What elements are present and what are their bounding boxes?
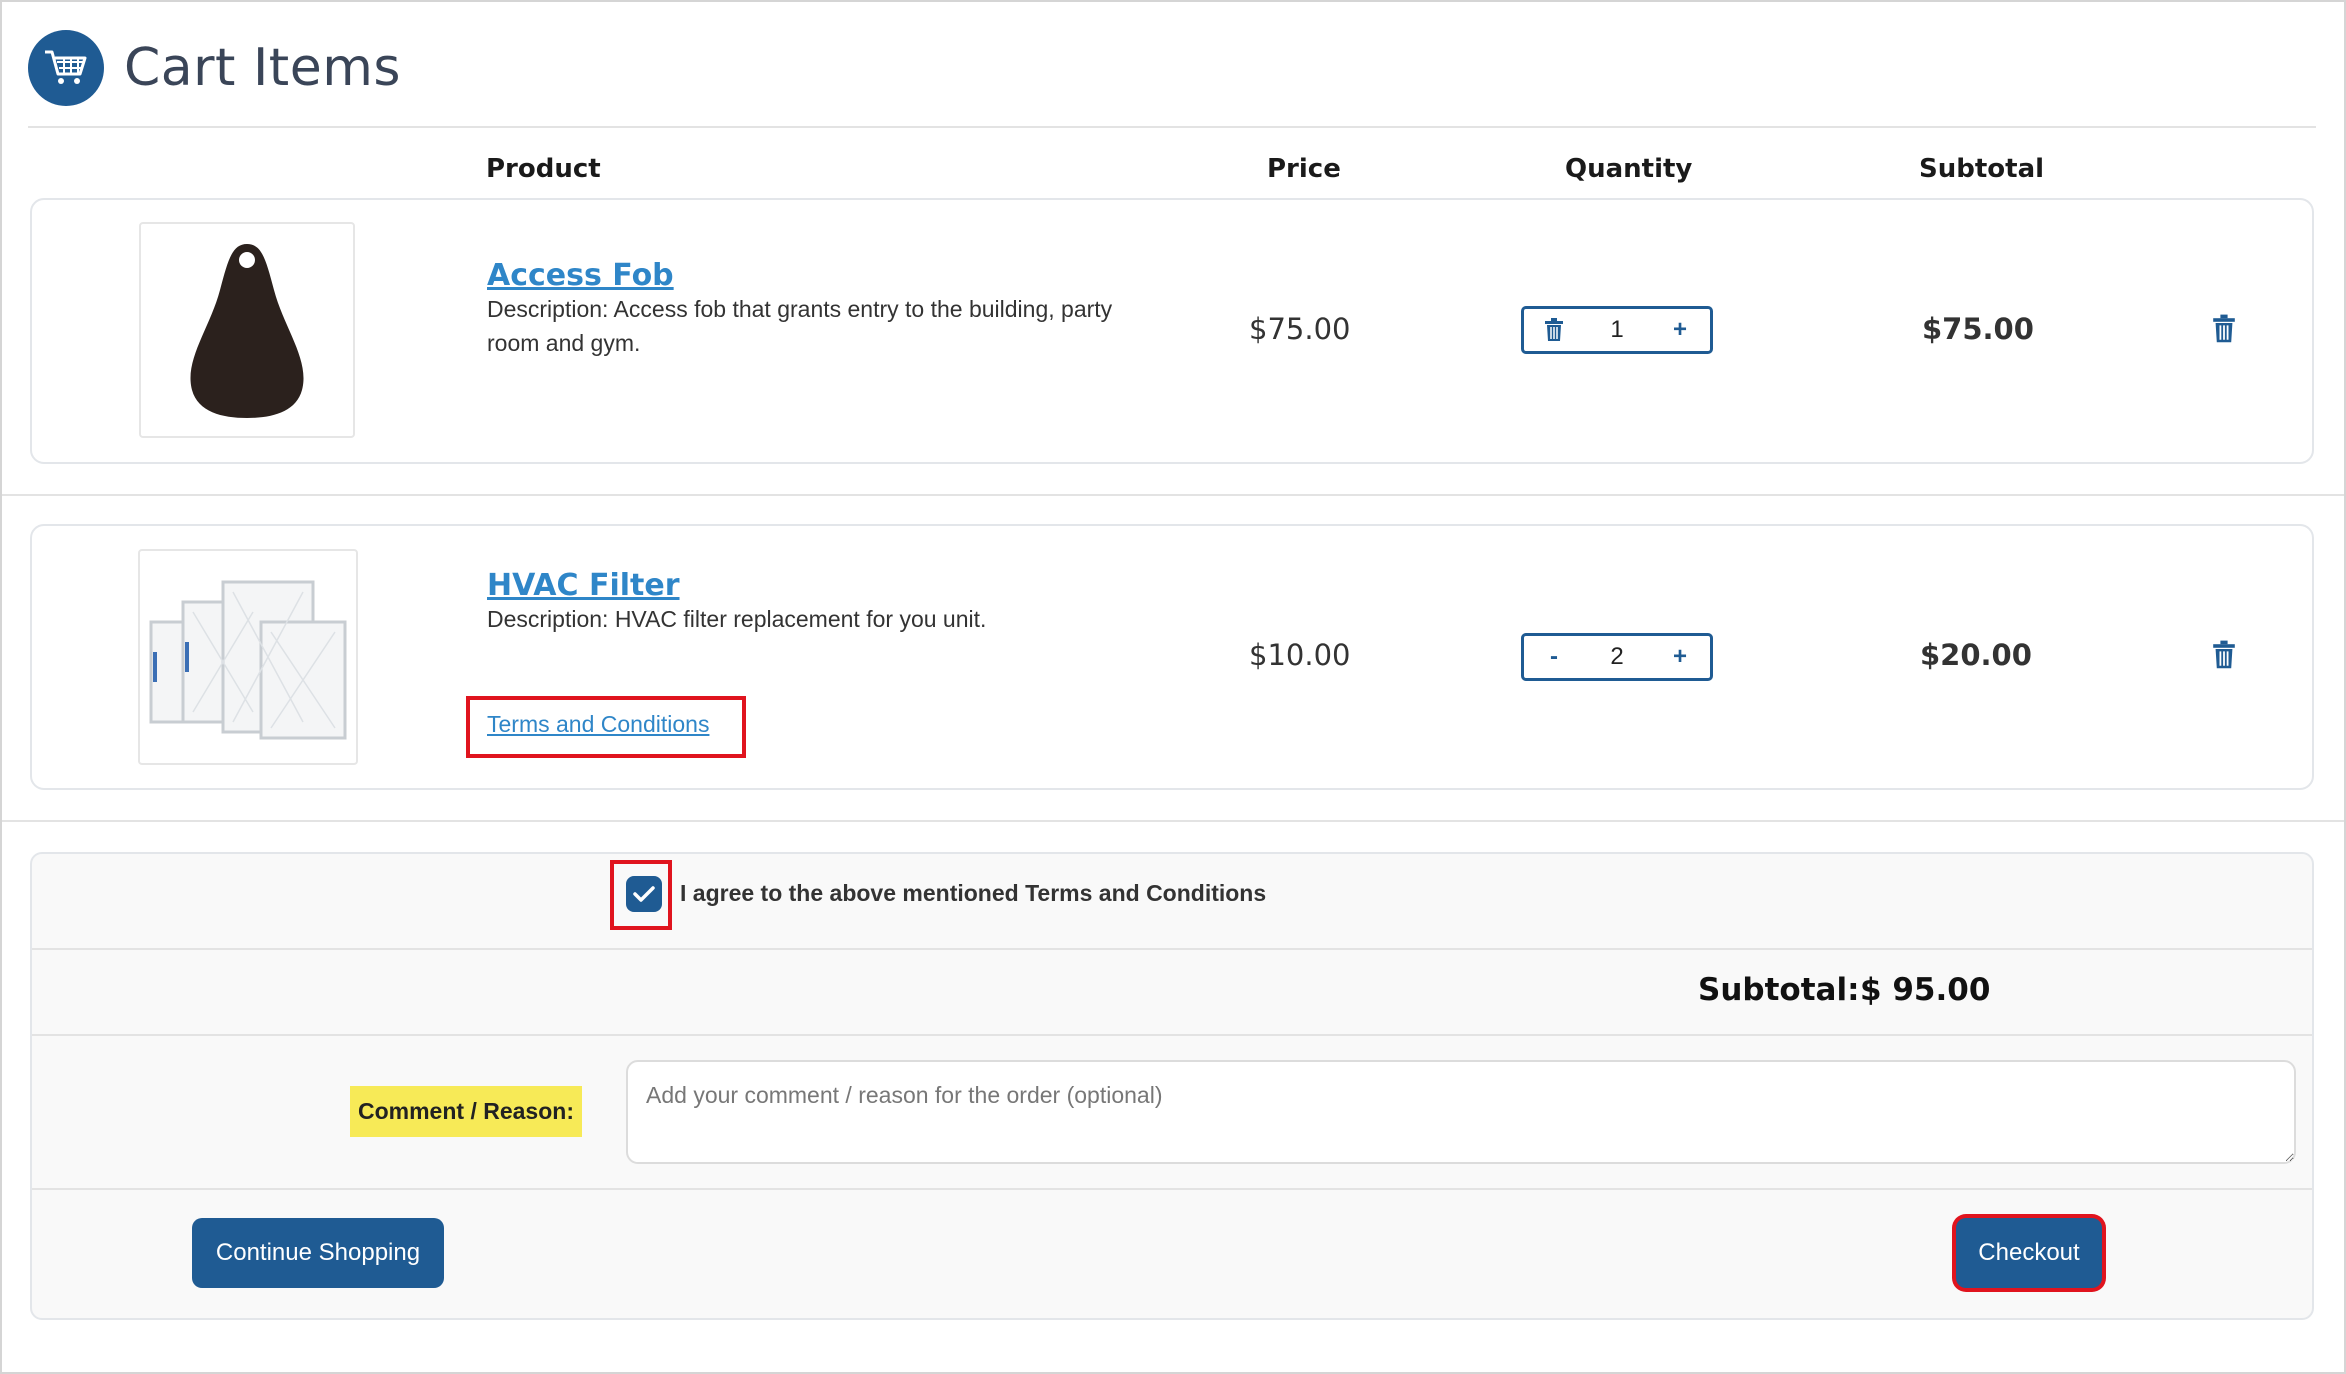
page-header: Cart Items [28, 30, 401, 106]
product-description: Description: HVAC filter replacement for… [487, 606, 987, 632]
column-header-price: Price [1267, 154, 1341, 184]
decrement-button[interactable]: - [1542, 643, 1566, 671]
comment-input[interactable] [626, 1060, 2296, 1164]
row-divider [2, 494, 2344, 496]
product-image-hvac-filter [138, 549, 358, 765]
product-price: $75.00 [1249, 312, 1351, 346]
summary-divider [32, 948, 2312, 950]
increment-button[interactable]: + [1668, 643, 1692, 671]
product-price: $10.00 [1249, 638, 1351, 672]
quantity-value[interactable]: 2 [1610, 643, 1623, 671]
product-link-access-fob[interactable]: Access Fob [487, 258, 674, 293]
remove-item-trash-icon[interactable] [2212, 314, 2236, 349]
annotation-highlight-box [466, 696, 746, 758]
checkout-button[interactable]: Checkout [1956, 1218, 2102, 1288]
quantity-stepper: 1 + [1521, 306, 1713, 354]
product-image-access-fob [139, 222, 355, 438]
trash-icon[interactable] [1542, 318, 1566, 342]
summary-divider [32, 1034, 2312, 1036]
header-divider [28, 126, 2316, 128]
summary-subtotal-value: $ 95.00 [1860, 972, 1991, 1008]
product-link-hvac-filter[interactable]: HVAC Filter [487, 568, 680, 603]
quantity-stepper: - 2 + [1521, 633, 1713, 681]
increment-button[interactable]: + [1668, 316, 1692, 344]
agree-terms-label: I agree to the above mentioned Terms and… [680, 880, 1267, 906]
column-header-subtotal: Subtotal [1919, 154, 2045, 184]
continue-shopping-button[interactable]: Continue Shopping [192, 1218, 444, 1288]
item-subtotal: $75.00 [1922, 312, 2034, 346]
column-header-product: Product [486, 154, 601, 184]
cart-icon [28, 30, 104, 106]
summary-subtotal-label: Subtotal: [1698, 972, 1860, 1008]
remove-item-trash-icon[interactable] [2212, 640, 2236, 675]
summary-divider [32, 1188, 2312, 1190]
row-divider [2, 820, 2344, 822]
quantity-value[interactable]: 1 [1610, 316, 1623, 344]
column-header-quantity: Quantity [1565, 154, 1693, 184]
comment-label: Comment / Reason: [350, 1086, 582, 1137]
item-subtotal: $20.00 [1920, 638, 2032, 672]
product-description: Description: Access fob that grants entr… [487, 296, 1113, 356]
page-title: Cart Items [124, 38, 401, 98]
annotation-highlight-box [610, 860, 672, 930]
